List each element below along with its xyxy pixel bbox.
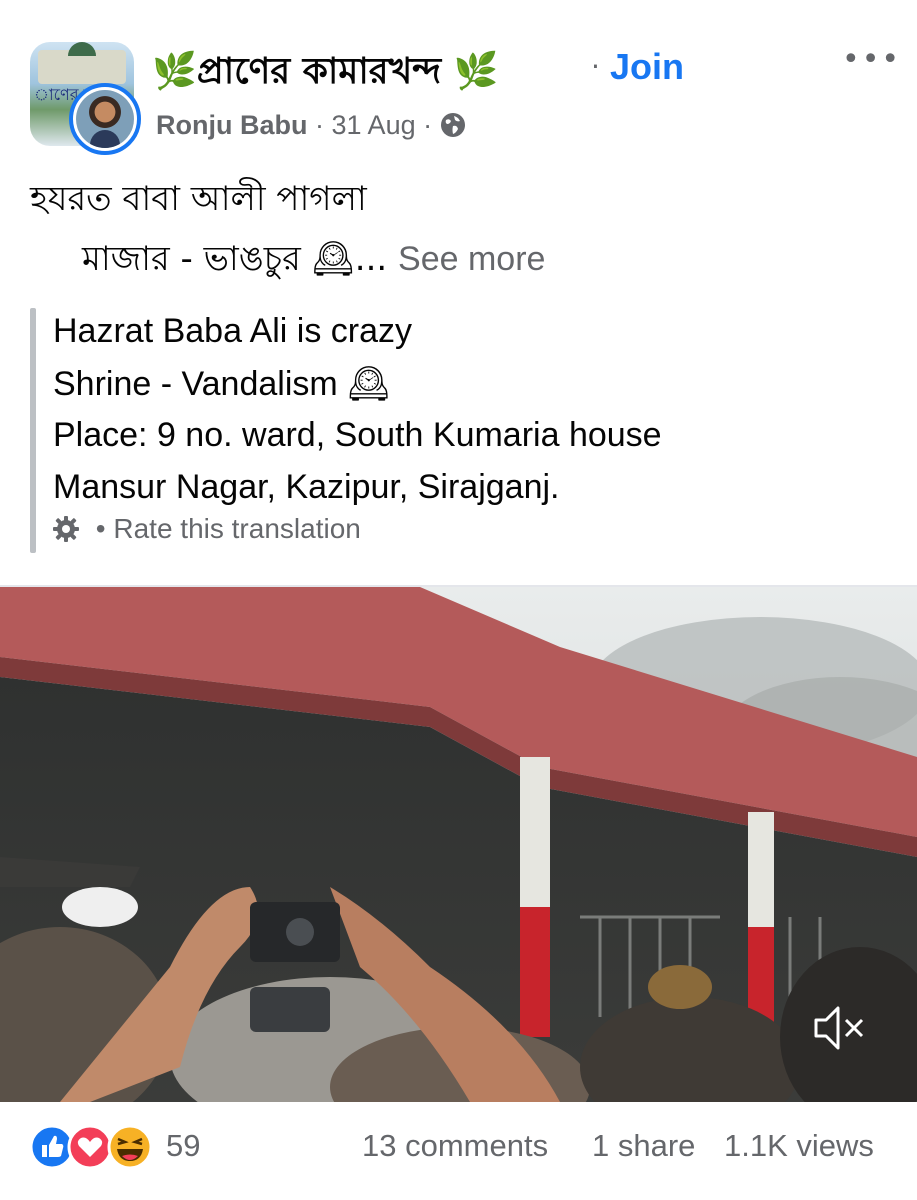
post-meta: Ronju Babu · 31 Aug · xyxy=(156,110,466,141)
ellipsis: ... xyxy=(354,239,388,279)
building-image xyxy=(38,42,126,84)
meta-separator: · xyxy=(315,110,324,140)
translation-line-2: Shrine - Vandalism 🕰 xyxy=(53,364,390,404)
comments-count[interactable]: 13 comments xyxy=(362,1128,548,1164)
clock-emoji: 🕰 xyxy=(347,365,391,403)
video-player[interactable] xyxy=(0,587,917,1102)
group-name-link[interactable]: 🌿প্রাণের কামারখন্দ 🌿 xyxy=(152,44,498,104)
speaker-muted-icon[interactable] xyxy=(808,1000,868,1056)
leaf-emoji-right: 🌿 xyxy=(453,51,499,92)
join-separator: · xyxy=(591,50,600,83)
group-name: প্রাণের কামারখন্দ xyxy=(196,51,442,92)
translation-meta: • Rate this translation xyxy=(52,513,361,545)
clock-emoji: 🕰 xyxy=(311,239,355,279)
haha-icon xyxy=(107,1124,153,1170)
gear-icon[interactable] xyxy=(52,515,80,543)
translation-quote-bar xyxy=(30,308,36,553)
views-count: 1.1K views xyxy=(724,1128,874,1163)
post-text-line-1: হযরত বাবা আলী পাগলা xyxy=(30,179,367,219)
more-options-icon[interactable]: ••• xyxy=(842,42,901,77)
leaf-emoji-left: 🌿 xyxy=(152,51,197,92)
rate-translation-link[interactable]: Rate this translation xyxy=(113,513,360,544)
reaction-count[interactable]: 59 xyxy=(166,1128,200,1164)
post-text-line-2: মাজার - ভাঙচুর 🕰... See more xyxy=(82,233,545,290)
like-icon xyxy=(30,1124,75,1170)
translation-line-1: Hazrat Baba Ali is crazy xyxy=(53,312,413,350)
translation-line-2-text: Shrine - Vandalism xyxy=(53,365,338,403)
globe-icon xyxy=(440,113,465,137)
author-photo xyxy=(76,90,134,148)
translation-line-4: Mansur Nagar, Kazipur, Sirajganj. xyxy=(53,468,560,506)
see-more-link[interactable]: See more xyxy=(398,240,545,278)
translation-bullet: • xyxy=(95,513,106,544)
meta-separator: · xyxy=(423,110,433,140)
translation-line-3: Place: 9 no. ward, South Kumaria house xyxy=(53,416,662,454)
author-avatar[interactable] xyxy=(69,83,141,155)
video-frame xyxy=(0,587,917,1102)
love-icon xyxy=(67,1124,113,1170)
author-name[interactable]: Ronju Babu xyxy=(156,110,307,140)
join-button[interactable]: Join xyxy=(610,46,684,88)
post-text-line-2-text: মাজার - ভাঙচুর xyxy=(82,239,301,279)
shares-count[interactable]: 1 share xyxy=(592,1128,695,1164)
post-date[interactable]: 31 Aug xyxy=(332,110,416,140)
reaction-icons[interactable] xyxy=(30,1123,160,1171)
